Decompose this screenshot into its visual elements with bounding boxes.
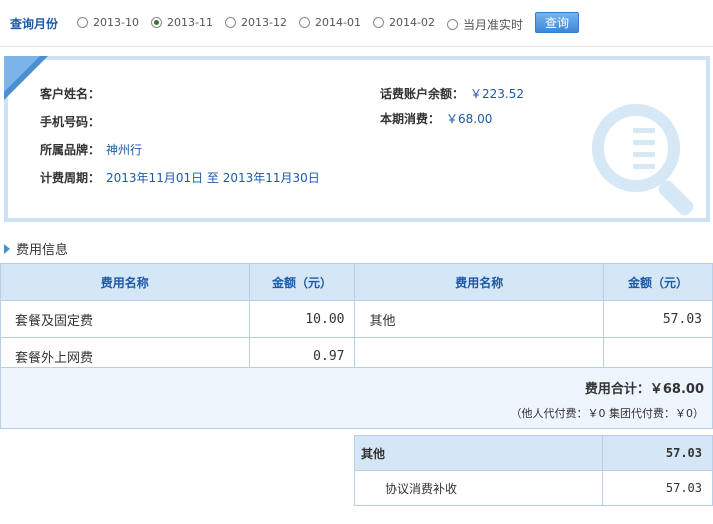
magnifier-list-icon — [592, 104, 694, 216]
header-amount: 金额（元） — [603, 263, 713, 301]
customer-name-label: 客户姓名： — [40, 87, 101, 101]
fee-table-header: 费用名称 金额（元） 费用名称 金额（元） — [0, 263, 713, 301]
current-spend-label: 本期消费： — [380, 112, 441, 126]
query-month-label: 查询月份 — [10, 17, 59, 31]
fee-info-title: 费用信息 — [16, 243, 69, 258]
fee-total: 费用合计：￥68.00 — [584, 382, 704, 397]
phone-number-label: 手机号码： — [40, 115, 101, 129]
table-row: 套餐及固定费 10.00 其他 57.03 — [0, 300, 713, 338]
radio-month-realtime[interactable]: 当月准实时 — [447, 16, 523, 33]
radio-month-2013-11[interactable]: 2013-11 — [151, 16, 213, 29]
table-row: 协议消费补收 57.03 — [353, 470, 713, 506]
customer-info-panel: 客户姓名： 手机号码： 所属品牌： 神州行 计费周期： 2013年11月01日 至 … — [4, 56, 710, 222]
customer-name-field: 客户姓名： — [40, 85, 106, 102]
radio-icon[interactable] — [299, 17, 310, 28]
detail-category-amount: 57.03 — [602, 435, 713, 471]
billing-period-label: 计费周期： — [40, 171, 101, 185]
fee-name-cell: 其他 — [354, 300, 605, 338]
header-amount: 金额（元） — [248, 263, 356, 301]
fee-total-box: 费用合计：￥68.00 （他人代付费：￥0 集团代付费：￥0） — [0, 367, 713, 429]
fee-name-cell: 套餐及固定费 — [0, 300, 250, 338]
detail-item-name: 协议消费补收 — [353, 470, 604, 506]
billing-period-field: 计费周期： 2013年11月01日 至 2013年11月30日 — [40, 169, 320, 186]
brand-field: 所属品牌： 神州行 — [40, 141, 142, 158]
billing-period-value: 2013年11月01日 至 2013年11月30日 — [106, 171, 320, 185]
arrow-right-icon — [4, 243, 10, 254]
brand-value: 神州行 — [106, 143, 143, 157]
detail-item-amount: 57.03 — [602, 470, 713, 506]
month-selector-bar: 查询月份 2013-10 2013-11 2013-12 2014-01 201… — [0, 0, 713, 47]
radio-icon[interactable] — [373, 17, 384, 28]
brand-label: 所属品牌： — [40, 143, 101, 157]
other-fee-detail-table: 其他 57.03 协议消费补收 57.03 — [353, 435, 713, 506]
proxy-payment-note: （他人代付费：￥0 集团代付费：￥0） — [510, 407, 705, 420]
query-button[interactable]: 查询 — [535, 12, 579, 33]
account-balance-value: ￥223.52 — [470, 87, 525, 101]
account-balance-field: 话费账户余额： ￥223.52 — [380, 85, 524, 102]
radio-icon[interactable] — [225, 17, 236, 28]
radio-month-2014-01[interactable]: 2014-01 — [299, 16, 361, 29]
radio-icon[interactable] — [77, 17, 88, 28]
fee-table: 费用名称 金额（元） 费用名称 金额（元） 套餐及固定费 10.00 其他 57… — [0, 263, 713, 375]
fee-amount-cell: 57.03 — [603, 300, 713, 338]
panel-corner-tab-inner — [4, 56, 40, 92]
radio-month-2013-12[interactable]: 2013-12 — [225, 16, 287, 29]
detail-header-row: 其他 57.03 — [353, 435, 713, 471]
radio-checked-icon[interactable] — [151, 17, 162, 28]
current-spend-field: 本期消费： ￥68.00 — [380, 110, 492, 127]
header-fee-name: 费用名称 — [354, 263, 605, 301]
fee-info-heading: 费用信息 — [4, 239, 68, 258]
radio-month-2014-02[interactable]: 2014-02 — [373, 16, 435, 29]
account-balance-label: 话费账户余额： — [380, 87, 465, 101]
header-fee-name: 费用名称 — [0, 263, 250, 301]
detail-category-name: 其他 — [353, 435, 604, 471]
current-spend-value: ￥68.00 — [446, 112, 493, 126]
fee-amount-cell: 10.00 — [248, 300, 356, 338]
radio-month-2013-10[interactable]: 2013-10 — [77, 16, 139, 29]
radio-icon[interactable] — [447, 19, 458, 30]
phone-number-field: 手机号码： — [40, 113, 106, 130]
